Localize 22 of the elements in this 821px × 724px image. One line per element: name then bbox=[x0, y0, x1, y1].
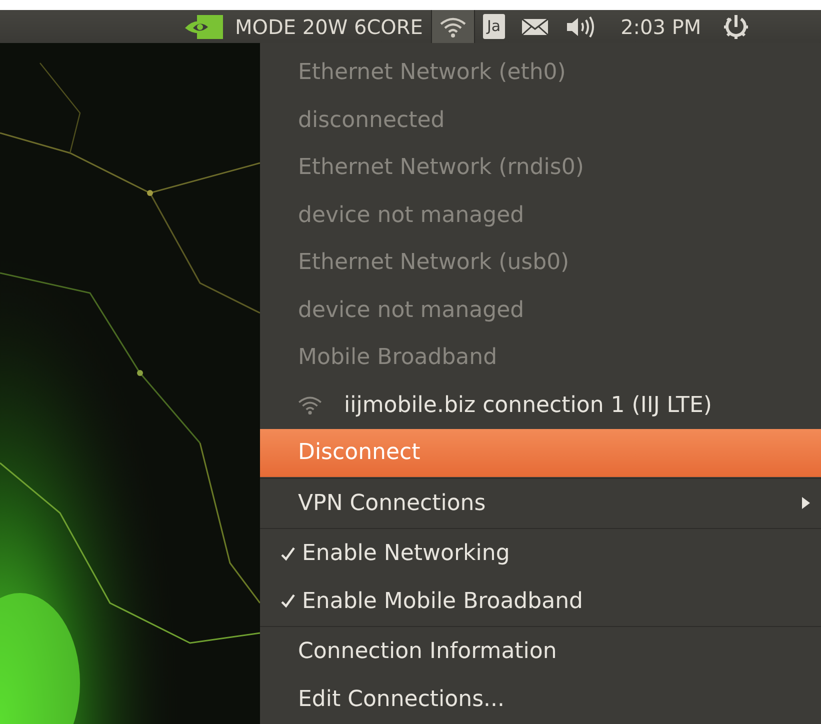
wifi-icon bbox=[298, 395, 322, 416]
submenu-arrow-icon bbox=[801, 496, 811, 510]
menu-section-header: Ethernet Network (eth0) bbox=[297, 59, 567, 88]
menu-section-header: Ethernet Network (rndis0) bbox=[297, 154, 585, 182]
mode-indicator[interactable]: MODE 20W 6CORE bbox=[231, 10, 431, 43]
menu-section-header: Ethernet Network (usb0) bbox=[297, 249, 570, 278]
network-indicator[interactable] bbox=[430, 10, 475, 43]
menu-status-text: device not managed bbox=[297, 296, 526, 325]
menu-status-text: disconnected bbox=[297, 106, 446, 135]
mail-icon[interactable] bbox=[520, 18, 549, 36]
menu-status-text: device not managed bbox=[297, 202, 526, 230]
eye-logo-icon[interactable] bbox=[183, 14, 223, 38]
menu-item[interactable]: Connection Information bbox=[260, 628, 821, 676]
menu-item[interactable]: Edit Connections... bbox=[260, 676, 821, 723]
menu-item[interactable]: VPN Connections bbox=[260, 480, 821, 527]
network-menu-item[interactable]: iijmobile.biz connection 1 (IIJ LTE) bbox=[260, 382, 821, 429]
settings-icon[interactable] bbox=[723, 14, 750, 40]
keyboard-indicator[interactable]: Ja bbox=[482, 14, 505, 39]
clock[interactable]: 2:03 PM bbox=[606, 10, 716, 43]
menu-section-header: Mobile Broadband bbox=[297, 344, 498, 372]
menu-item[interactable]: Enable Mobile Broadband bbox=[260, 578, 821, 625]
menu-item[interactable]: Enable Networking bbox=[260, 530, 821, 578]
